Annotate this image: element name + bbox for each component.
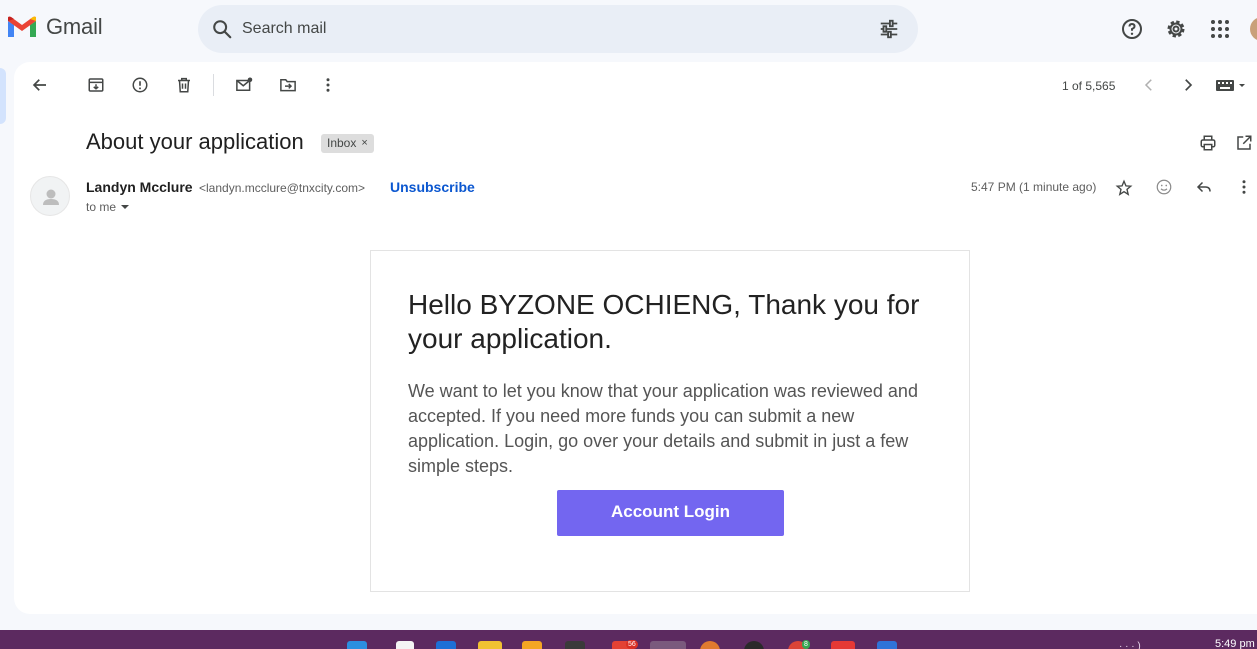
account-login-button[interactable]: Account Login (557, 490, 784, 536)
gmail-title: Gmail (46, 14, 103, 39)
emoji-reaction-icon[interactable] (1155, 178, 1173, 196)
email-heading: Hello BYZONE OCHIENG, Thank you for your… (408, 289, 920, 354)
more-icon[interactable] (319, 76, 337, 94)
mark-unread-icon[interactable] (235, 76, 253, 94)
apps-icon[interactable] (1208, 17, 1232, 41)
search-icon[interactable] (211, 18, 233, 40)
message-time: 5:47 PM (1 minute ago) (971, 180, 1097, 194)
taskbar-clock: 5:49 pm (1215, 638, 1255, 649)
newer-chevron-icon[interactable] (1140, 76, 1158, 94)
taskbar-app-icon[interactable] (831, 641, 855, 649)
sender-name[interactable]: Landyn Mcclure (86, 179, 193, 195)
taskbar-app-icon[interactable] (877, 641, 897, 649)
search-input[interactable] (242, 15, 842, 43)
email-paragraph: We want to let you know that your applic… (408, 381, 918, 476)
print-icon[interactable] (1199, 134, 1217, 152)
recipient-text: to me (86, 200, 117, 214)
star-icon[interactable] (1115, 179, 1133, 197)
input-tools-icon[interactable] (1215, 76, 1251, 94)
top-bar: Gmail (0, 0, 1257, 58)
notification-badge: 56 (626, 640, 638, 649)
unsubscribe-link[interactable]: Unsubscribe (390, 179, 475, 195)
gmail-logo[interactable]: Gmail (6, 14, 103, 40)
archive-icon[interactable] (87, 76, 105, 94)
account-avatar[interactable] (1250, 17, 1257, 41)
taskbar-app-icon[interactable] (396, 641, 414, 649)
help-icon[interactable] (1120, 17, 1144, 41)
move-to-icon[interactable] (279, 76, 297, 94)
inbox-label-chip[interactable]: Inbox × (321, 134, 374, 153)
back-icon[interactable] (31, 76, 49, 94)
older-chevron-icon[interactable] (1179, 76, 1197, 94)
search-options-icon[interactable] (878, 18, 900, 40)
remove-label-icon[interactable]: × (361, 134, 367, 153)
system-tray-icons[interactable]: · · · ) (1119, 641, 1141, 649)
notification-badge: 8 (802, 640, 810, 649)
sender-avatar[interactable] (30, 176, 70, 216)
toolbar-divider (213, 74, 214, 96)
caret-down-icon[interactable] (120, 202, 130, 212)
open-new-window-icon[interactable] (1235, 134, 1253, 152)
email-subject: About your application (86, 129, 304, 154)
file-explorer-icon[interactable] (478, 641, 502, 649)
report-spam-icon[interactable] (131, 76, 149, 94)
pager-count: 1 of 5,565 (1062, 79, 1116, 93)
settings-icon[interactable] (1164, 17, 1188, 41)
message-more-icon[interactable] (1235, 178, 1253, 196)
taskbar-app-icon[interactable] (522, 641, 542, 649)
reply-icon[interactable] (1195, 178, 1213, 196)
delete-icon[interactable] (175, 76, 193, 94)
taskbar-app-icon[interactable] (436, 641, 456, 649)
taskbar-app-icon[interactable] (565, 641, 585, 649)
sender-email[interactable]: <landyn.mcclure@tnxcity.com> (199, 181, 365, 195)
default-person-icon (43, 189, 59, 205)
nav-indicator (0, 68, 6, 124)
taskbar-app-icon-active[interactable] (650, 641, 686, 649)
search-bar[interactable] (198, 5, 918, 53)
label-text: Inbox (327, 136, 357, 150)
recipient-details[interactable]: to me (86, 200, 130, 214)
email-body-card: Hello BYZONE OCHIENG, Thank you for your… (370, 250, 970, 592)
gmail-m-icon (8, 16, 36, 37)
windows-start-icon[interactable] (347, 641, 367, 649)
